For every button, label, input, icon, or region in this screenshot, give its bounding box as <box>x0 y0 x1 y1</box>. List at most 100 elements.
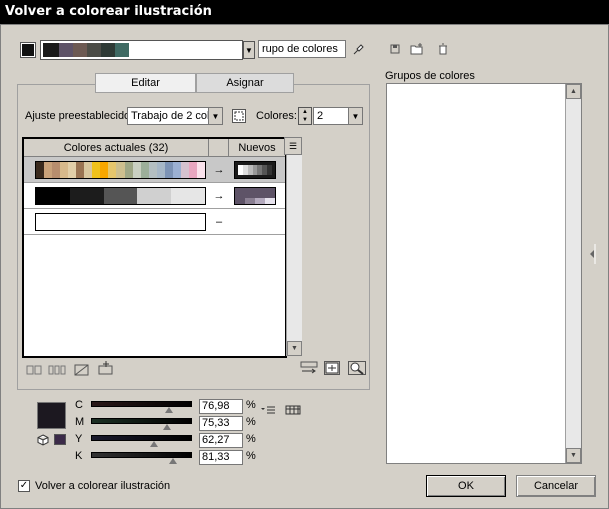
ok-button[interactable]: OK <box>426 475 506 497</box>
color-group-dropdown-button[interactable]: ▼ <box>243 41 255 59</box>
table-scrollbar[interactable]: ▼ <box>286 155 302 356</box>
current-color-cell[interactable] <box>132 161 141 178</box>
colors-stepper[interactable]: ▲ ▼ <box>298 107 312 125</box>
recolor-artwork-label: Volver a colorear ilustración <box>35 480 171 492</box>
table-row[interactable]: – <box>24 209 285 235</box>
cmyk-slider-track[interactable] <box>91 401 192 407</box>
table-header: Colores actuales (32) Nuevos <box>24 139 285 157</box>
current-color-cell[interactable] <box>180 161 189 178</box>
current-color-cell[interactable] <box>137 187 172 204</box>
current-color-cell[interactable] <box>69 187 104 204</box>
current-color-cell[interactable] <box>188 161 197 178</box>
current-colors-strip[interactable] <box>35 160 206 179</box>
current-color-cell[interactable] <box>100 161 109 178</box>
new-color-swatch[interactable] <box>234 160 276 179</box>
cmyk-value-input[interactable]: 75,33 <box>199 416 243 431</box>
new-group-icon[interactable] <box>410 42 424 56</box>
current-colors-strip[interactable] <box>35 212 206 231</box>
randomize-order-icon[interactable] <box>300 361 318 375</box>
preset-label: Ajuste preestablecido: <box>25 110 134 122</box>
group-swatch[interactable] <box>115 43 129 57</box>
group-swatch[interactable] <box>59 43 73 57</box>
group-name-input[interactable]: rupo de colores <box>258 40 346 58</box>
cmyk-slider-track[interactable] <box>91 435 192 441</box>
current-color-cell[interactable] <box>92 161 101 178</box>
cmyk-slider-track[interactable] <box>91 418 192 424</box>
mapping-arrow-icon[interactable]: → <box>209 190 229 202</box>
scroll-up-button[interactable]: ▲ <box>566 84 581 99</box>
cmyk-slider-thumb[interactable] <box>162 424 171 430</box>
cmyk-value-input[interactable]: 81,33 <box>199 450 243 465</box>
current-color-cell[interactable] <box>103 187 138 204</box>
randomize-saturation-icon[interactable] <box>324 361 340 375</box>
cmyk-slider-track[interactable] <box>91 452 192 458</box>
active-color-swatch[interactable] <box>20 42 36 58</box>
color-groups-scrollbar[interactable]: ▲ ▼ <box>565 84 581 463</box>
current-color-cell[interactable] <box>171 187 205 204</box>
color-group-strip[interactable] <box>40 40 243 60</box>
current-color-cell[interactable] <box>44 161 53 178</box>
panel-collapse-toggle-icon[interactable] <box>589 240 597 268</box>
scroll-down-button[interactable]: ▼ <box>566 448 581 463</box>
cmyk-channel-label: Y <box>75 433 83 445</box>
merge-colors-icon[interactable] <box>26 363 42 377</box>
current-color-cell[interactable] <box>84 161 93 178</box>
color-groups-title: Grupos de colores <box>385 70 475 82</box>
separate-colors-icon[interactable] <box>48 363 66 377</box>
color-groups-list[interactable] <box>386 83 582 464</box>
preset-select[interactable]: Trabajo de 2 col. ▼ <box>127 107 223 125</box>
mapping-arrow-icon[interactable]: → <box>209 164 229 176</box>
current-color-cell[interactable] <box>148 161 157 178</box>
current-colors-strip[interactable] <box>35 186 206 205</box>
current-color-cell[interactable] <box>52 161 61 178</box>
group-swatch[interactable] <box>101 43 115 57</box>
current-color-cell[interactable] <box>60 161 69 178</box>
table-row[interactable]: → <box>24 183 285 209</box>
current-color-cell[interactable] <box>68 161 77 178</box>
current-color-cell[interactable] <box>116 161 125 178</box>
out-of-gamut-swatch[interactable] <box>54 434 66 445</box>
search-icon[interactable] <box>348 361 366 375</box>
group-swatch[interactable] <box>43 43 59 57</box>
current-color-cell[interactable] <box>108 161 117 178</box>
current-color-cell[interactable] <box>196 161 205 178</box>
color-reduction-options-icon[interactable] <box>232 109 246 123</box>
cmyk-channel-label: C <box>75 399 83 411</box>
slider-mode-menu-icon[interactable] <box>260 403 276 417</box>
new-color-tints <box>235 197 275 204</box>
exclude-colors-icon[interactable] <box>73 363 91 377</box>
cmyk-slider-thumb[interactable] <box>164 407 173 413</box>
delete-group-icon[interactable] <box>436 42 450 56</box>
column-options-icon[interactable]: ☰ <box>284 137 302 155</box>
current-colors-header[interactable]: Colores actuales (32) <box>24 139 209 156</box>
tab-asignar[interactable]: Asignar <box>196 73 294 93</box>
cmyk-slider-thumb[interactable] <box>149 441 158 447</box>
save-group-icon[interactable] <box>388 42 402 56</box>
mapping-arrow-icon[interactable]: – <box>209 216 229 228</box>
new-color-swatch[interactable] <box>234 186 276 205</box>
cmyk-value-input[interactable]: 76,98 <box>199 399 243 414</box>
current-color-cell[interactable] <box>76 161 85 178</box>
current-color-cell[interactable] <box>36 187 70 204</box>
eyedropper-icon[interactable] <box>352 42 366 56</box>
cmyk-value-input[interactable]: 62,27 <box>199 433 243 448</box>
cmyk-slider-thumb[interactable] <box>168 458 177 464</box>
current-color-cell[interactable] <box>156 161 165 178</box>
current-color-cell[interactable] <box>172 161 181 178</box>
group-swatch[interactable] <box>87 43 101 57</box>
scroll-down-button[interactable]: ▼ <box>287 341 302 356</box>
tab-editar[interactable]: Editar <box>95 73 196 93</box>
color-table-icon[interactable] <box>285 403 301 417</box>
cancel-button[interactable]: Cancelar <box>516 475 596 497</box>
current-color-cell[interactable] <box>124 161 133 178</box>
new-colors-header[interactable]: Nuevos <box>229 139 285 156</box>
table-row[interactable]: → <box>24 157 285 183</box>
current-color-cell[interactable] <box>164 161 173 178</box>
recolor-artwork-checkbox[interactable]: ✓ <box>18 480 30 492</box>
colors-count-select[interactable]: 2 ▼ <box>313 107 363 125</box>
current-color-cell[interactable] <box>36 161 45 178</box>
group-swatch[interactable] <box>73 43 87 57</box>
tint-cell <box>245 197 255 204</box>
new-row-icon[interactable] <box>97 361 115 375</box>
current-color-cell[interactable] <box>140 161 149 178</box>
